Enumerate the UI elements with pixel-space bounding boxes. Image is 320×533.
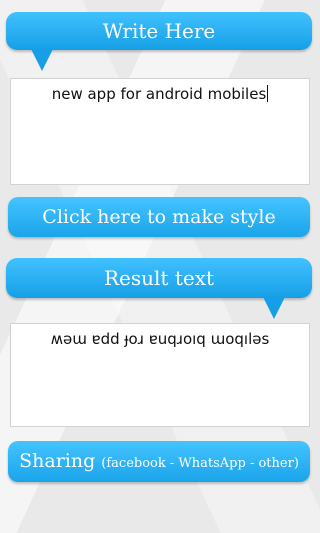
sharing-label: Sharing (19, 450, 96, 472)
make-style-button[interactable]: Click here to make style (8, 197, 310, 237)
speech-bubble-tail (31, 49, 53, 71)
speech-bubble-tail (263, 297, 285, 319)
result-text-header: Result text (6, 258, 312, 298)
result-text-area[interactable]: ʍǝɯ ɐdd ɟoɹ ɐuqɹoıq ɯoqılǝs (10, 323, 310, 427)
input-text-area[interactable]: new app for android mobiles (10, 78, 310, 185)
result-text-title: Result text (103, 266, 215, 290)
write-here-title: Write Here (102, 19, 216, 43)
make-style-label: Click here to make style (42, 206, 276, 228)
input-text-wrapper: new app for android mobiles (11, 85, 309, 103)
result-value: ʍǝɯ ɐdd ɟoɹ ɐuqɹoıq ɯoqılǝs (50, 330, 270, 348)
write-here-header: Write Here (6, 12, 312, 50)
input-value: new app for android mobiles (51, 85, 267, 103)
sharing-button[interactable]: Sharing (facebook - WhatsApp - other) (8, 441, 310, 482)
sharing-platforms: (facebook - WhatsApp - other) (101, 456, 299, 471)
text-caret (267, 85, 269, 102)
